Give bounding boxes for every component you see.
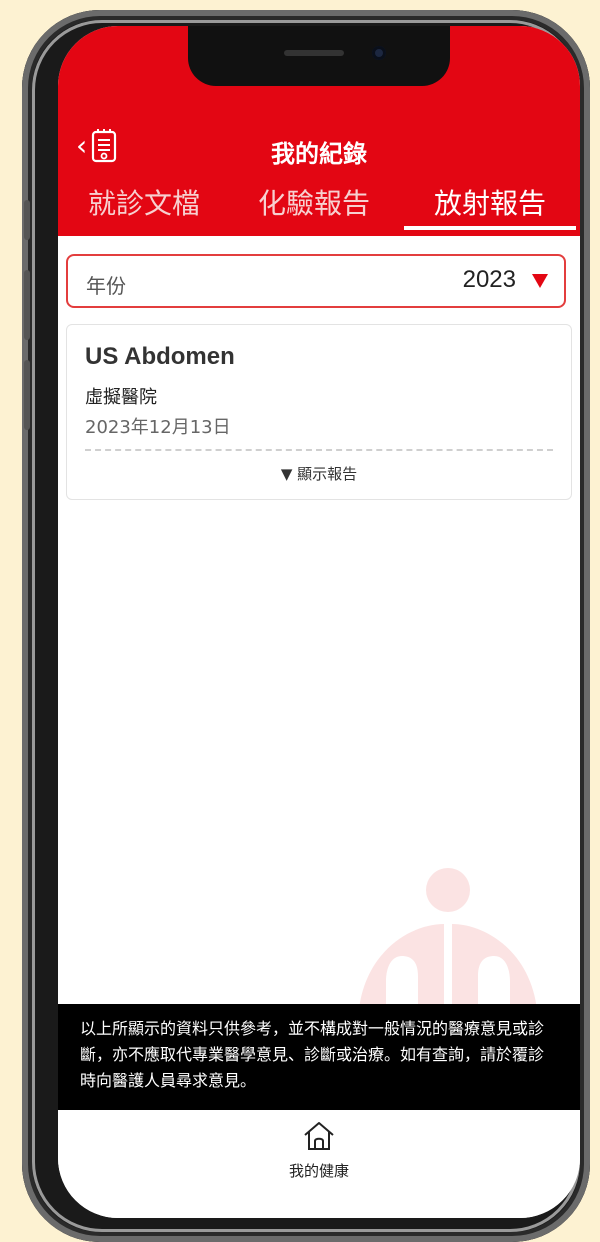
side-button-mute (24, 200, 30, 240)
year-dropdown[interactable]: 年份 2023 (66, 254, 566, 308)
year-dropdown-value: 2023 (462, 266, 516, 293)
disclaimer-banner: 以上所顯示的資料只供參考，並不構成對一般情況的醫療意見或診斷，亦不應取代專業醫學… (58, 1004, 580, 1110)
tab-lab-reports[interactable]: 化驗報告 (244, 184, 384, 236)
record-card[interactable]: US Abdomen 虛擬醫院 2023年12月13日 ▼ 顯示報告 (66, 324, 572, 500)
speaker-grille (284, 50, 344, 56)
active-tab-indicator (404, 226, 576, 230)
show-report-toggle[interactable]: ▼ 顯示報告 (67, 463, 571, 484)
side-button-volume-down (24, 360, 30, 430)
hospital-logo-watermark (358, 868, 538, 1026)
dropdown-caret-icon (532, 274, 548, 288)
bottom-navigation: 我的健康 (58, 1110, 580, 1218)
phone-notch (188, 26, 450, 86)
year-dropdown-label: 年份 (86, 274, 126, 298)
record-date: 2023年12月13日 (85, 417, 231, 438)
home-icon (304, 1122, 334, 1150)
nav-my-health[interactable]: 我的健康 (279, 1120, 359, 1200)
exam-name: US Abdomen (85, 343, 235, 370)
nav-my-health-label: 我的健康 (288, 1162, 349, 1180)
card-divider (85, 449, 553, 451)
page-title: 我的紀錄 (271, 140, 367, 168)
app-screen: ‹ 我的紀錄 就診文檔 化驗報告 放射報告 年份 2023 US Abdomen (58, 26, 580, 1218)
front-camera (372, 46, 386, 60)
tab-consultation-docs[interactable]: 就診文檔 (74, 184, 214, 236)
hospital-name: 虛擬醫院 (85, 387, 157, 408)
side-button-volume-up (24, 270, 30, 340)
